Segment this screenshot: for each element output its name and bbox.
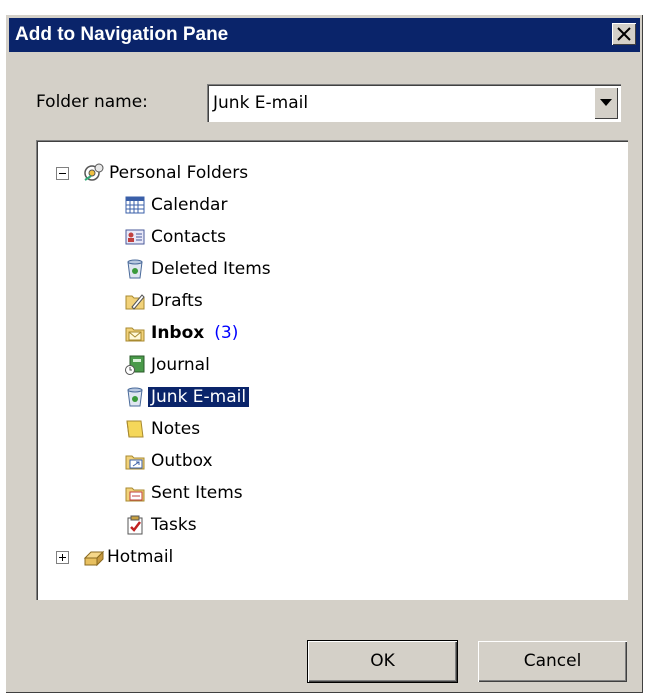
cancel-button[interactable]: Cancel	[478, 641, 627, 682]
tree-node-tasks[interactable]: Tasks	[124, 512, 324, 538]
tree-node-label: Sent Items	[151, 483, 243, 503]
tree-node-label: Personal Folders	[109, 163, 249, 183]
tree-node-personal-folders[interactable]: Personal Folders	[56, 160, 336, 186]
folder-name-value: Junk E-mail	[213, 93, 309, 113]
tree-node-junk-email[interactable]: Junk E-mail	[124, 384, 344, 410]
tree-node-inbox[interactable]: Inbox (3)	[124, 320, 344, 346]
tree-node-hotmail[interactable]: Hotmail	[56, 544, 256, 570]
junk-email-icon	[127, 387, 143, 407]
chevron-down-icon	[600, 99, 612, 106]
tree-node-label-group: Inbox (3)	[151, 323, 238, 343]
inbox-icon	[125, 327, 145, 342]
tree-node-label: Inbox	[151, 323, 205, 343]
tree-node-outbox[interactable]: Outbox	[124, 448, 324, 474]
tree-node-calendar[interactable]: Calendar	[124, 192, 324, 218]
folder-name-label: Folder name:	[36, 92, 148, 112]
tree-node-label: Journal	[151, 355, 210, 375]
tree-node-label: Outbox	[151, 451, 213, 471]
calendar-icon	[125, 196, 145, 214]
tree-node-label: Junk E-mail	[148, 387, 250, 407]
notes-icon	[126, 420, 144, 438]
tree-node-journal[interactable]: Journal	[124, 352, 324, 378]
hotmail-icon	[83, 550, 105, 567]
title-bar: Add to Navigation Pane	[9, 18, 640, 52]
outbox-icon	[125, 455, 145, 470]
unread-count: (3)	[214, 323, 239, 343]
drafts-icon	[125, 294, 145, 310]
personal-folders-icon	[84, 163, 104, 181]
tree-node-label: Tasks	[151, 515, 197, 535]
tree-node-notes[interactable]: Notes	[124, 416, 324, 442]
folder-name-combobox[interactable]: Junk E-mail	[207, 84, 621, 122]
dialog-title: Add to Navigation Pane	[15, 24, 229, 45]
tree-node-contacts[interactable]: Contacts	[124, 224, 324, 250]
folder-tree[interactable]: Personal Folders Calendar Contacts Delet…	[36, 140, 628, 600]
tree-node-label: Hotmail	[107, 547, 174, 567]
tree-node-label: Calendar	[151, 195, 228, 215]
journal-icon	[125, 355, 145, 375]
expand-toggle[interactable]	[56, 551, 69, 564]
tree-node-deleted-items[interactable]: Deleted Items	[124, 256, 344, 282]
tree-node-label: Contacts	[151, 227, 226, 247]
close-icon	[617, 27, 631, 41]
deleted-items-icon	[127, 259, 143, 279]
tasks-icon	[127, 515, 143, 535]
tree-node-label: Drafts	[151, 291, 203, 311]
tree-node-label: Deleted Items	[151, 259, 271, 279]
contacts-icon	[125, 229, 145, 245]
collapse-toggle[interactable]	[56, 167, 69, 180]
ok-button[interactable]: OK	[307, 640, 458, 683]
dropdown-button[interactable]	[594, 87, 618, 119]
tree-node-drafts[interactable]: Drafts	[124, 288, 324, 314]
add-to-navigation-pane-dialog: Add to Navigation Pane Folder name: Junk…	[5, 14, 643, 693]
tree-node-sent-items[interactable]: Sent Items	[124, 480, 324, 506]
tree-node-label: Notes	[151, 419, 201, 439]
close-button[interactable]	[612, 23, 636, 45]
sent-items-icon	[125, 487, 145, 502]
